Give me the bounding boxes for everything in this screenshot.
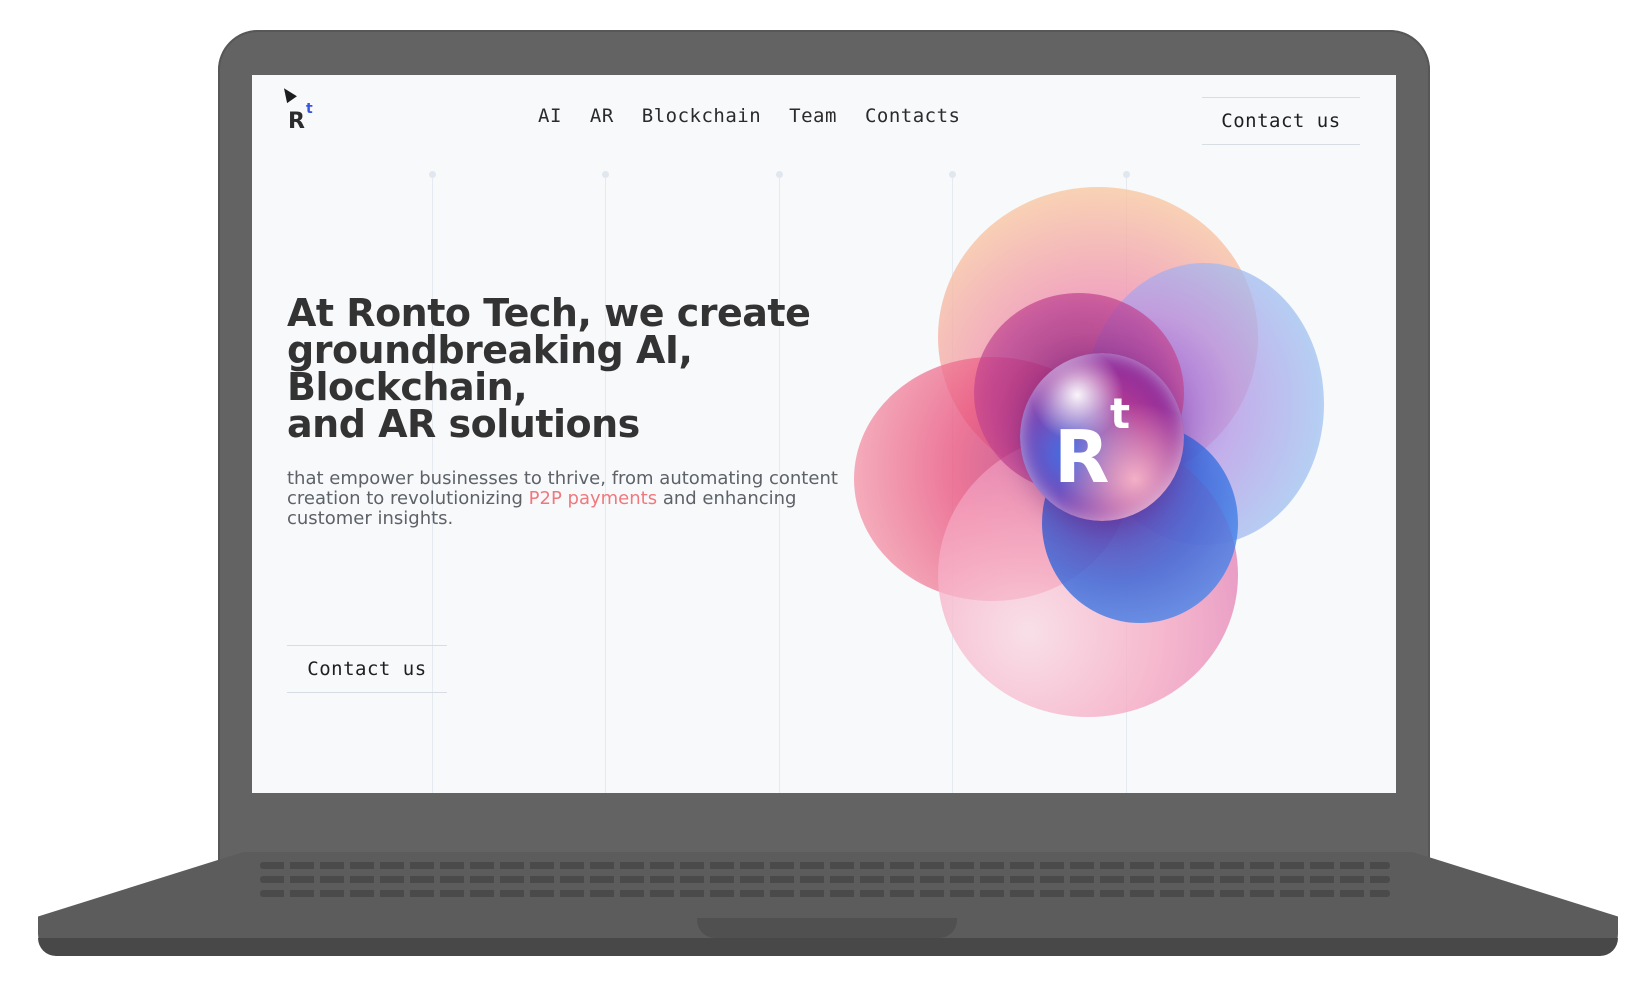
hero-contact-button[interactable]: Contact us xyxy=(287,645,447,693)
logo-mark: t xyxy=(306,101,313,117)
nav-link-blockchain[interactable]: Blockchain xyxy=(642,105,761,127)
hero-title-line: groundbreaking AI, xyxy=(287,328,693,372)
hero-title-line: Blockchain, xyxy=(287,365,528,409)
hero-orb-graphic: R t xyxy=(852,187,1342,717)
hero-title-line: At Ronto Tech, we create xyxy=(287,291,811,335)
orb-logo-letter: R xyxy=(1054,415,1110,499)
orb-logo-mark: t xyxy=(1110,389,1131,438)
grid-dot xyxy=(1123,171,1130,178)
grid-dot xyxy=(602,171,609,178)
hero-title-line: and AR solutions xyxy=(287,402,640,446)
site-logo[interactable]: R t xyxy=(288,101,328,135)
grid-dot xyxy=(776,171,783,178)
nav-link-contacts[interactable]: Contacts xyxy=(865,105,961,127)
hero-subtitle: that empower businesses to thrive, from … xyxy=(287,469,847,529)
hero-title: At Ronto Tech, we create groundbreaking … xyxy=(287,291,847,446)
laptop-base-edge xyxy=(38,938,1618,956)
p2p-payments-highlight: P2P payments xyxy=(528,488,658,509)
main-nav: AI AR Blockchain Team Contacts xyxy=(538,105,960,127)
browser-screen: R t AI AR Blockchain Team Contacts Conta… xyxy=(252,75,1396,793)
logo-letter: R xyxy=(288,109,305,134)
trackpad-notch xyxy=(697,918,957,938)
keyboard xyxy=(260,862,1390,904)
header-contact-button[interactable]: Contact us xyxy=(1202,97,1360,145)
grid-dot xyxy=(429,171,436,178)
nav-link-ai[interactable]: AI xyxy=(538,105,562,127)
nav-link-team[interactable]: Team xyxy=(789,105,837,127)
grid-dot xyxy=(949,171,956,178)
nav-link-ar[interactable]: AR xyxy=(590,105,614,127)
